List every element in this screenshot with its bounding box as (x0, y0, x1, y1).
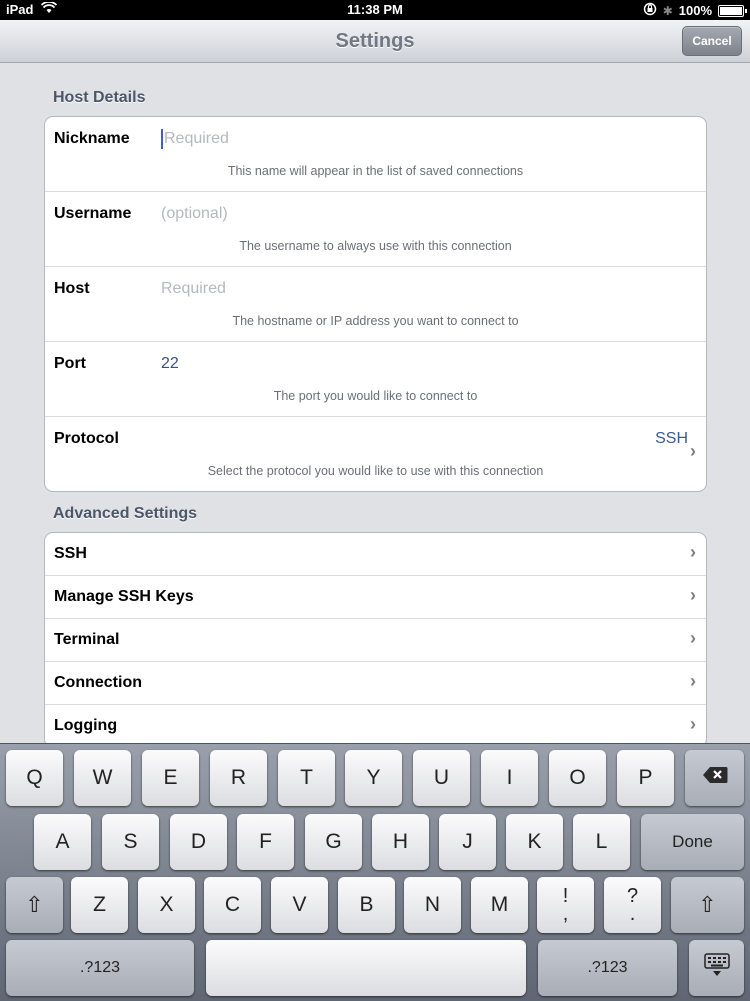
protocol-label: Protocol (54, 430, 119, 447)
navigation-bar: Settings Cancel (0, 20, 750, 63)
host-hint: The hostname or IP address you want to c… (232, 314, 519, 328)
port-label: Port (54, 355, 86, 372)
page-title: Settings (335, 30, 415, 52)
nickname-input[interactable] (161, 129, 684, 149)
advanced-item-connection[interactable]: Connection › (45, 662, 706, 705)
advanced-item-label: Terminal (54, 631, 120, 648)
hide-keyboard-key[interactable] (689, 940, 744, 996)
key-p[interactable]: P (617, 750, 674, 806)
key-r[interactable]: R (210, 750, 267, 806)
nickname-label: Nickname (54, 130, 130, 147)
question-period-key[interactable]: ? . (604, 877, 661, 933)
key-f[interactable]: F (237, 814, 294, 870)
chevron-right-icon: › (690, 671, 696, 691)
key-q[interactable]: Q (6, 750, 63, 806)
key-a[interactable]: A (34, 814, 91, 870)
advanced-item-label: Logging (54, 717, 118, 734)
key-o[interactable]: O (549, 750, 606, 806)
chevron-right-icon: › (690, 441, 696, 461)
host-input[interactable] (161, 279, 681, 299)
backspace-key[interactable] (685, 750, 744, 806)
advanced-item-label: SSH (54, 545, 87, 562)
chevron-right-icon: › (690, 628, 696, 648)
advanced-settings-header: Advanced Settings (53, 505, 198, 522)
key-w[interactable]: W (74, 750, 131, 806)
key-s[interactable]: S (102, 814, 159, 870)
advanced-item-label: Manage SSH Keys (54, 588, 194, 605)
bluetooth-icon: ✱ (662, 3, 673, 18)
advanced-item-terminal[interactable]: Terminal › (45, 619, 706, 662)
shift-icon: ⇧ (698, 892, 717, 917)
key-c[interactable]: C (204, 877, 261, 933)
username-label: Username (54, 205, 132, 222)
advanced-settings-group: SSH › Manage SSH Keys › Terminal › Conne… (44, 532, 707, 743)
rotation-lock-icon (643, 2, 657, 19)
advanced-item-logging[interactable]: Logging › (45, 705, 706, 743)
backspace-icon (702, 766, 728, 790)
key-k[interactable]: K (506, 814, 563, 870)
host-row[interactable]: Host The hostname or IP address you want… (45, 267, 706, 342)
port-hint: The port you would like to connect to (273, 389, 478, 403)
key-e[interactable]: E (142, 750, 199, 806)
key-v[interactable]: V (271, 877, 328, 933)
key-x[interactable]: X (138, 877, 195, 933)
key-b[interactable]: B (338, 877, 395, 933)
advanced-item-ssh[interactable]: SSH › (45, 533, 706, 576)
key-d[interactable]: D (170, 814, 227, 870)
key-j[interactable]: J (439, 814, 496, 870)
host-label: Host (54, 280, 90, 297)
key-bottom-char: , (562, 903, 569, 925)
key-m[interactable]: M (471, 877, 528, 933)
key-t[interactable]: T (278, 750, 335, 806)
protocol-value: SSH (655, 430, 688, 447)
advanced-item-manage-ssh-keys[interactable]: Manage SSH Keys › (45, 576, 706, 619)
chevron-right-icon: › (690, 585, 696, 605)
advanced-item-label: Connection (54, 674, 142, 691)
shift-icon: ⇧ (25, 892, 44, 917)
nickname-hint: This name will appear in the list of sav… (227, 164, 524, 178)
settings-content[interactable]: Host Details Nickname This name will app… (0, 63, 750, 743)
battery-percent: 100% (678, 3, 712, 18)
keyboard-dismiss-icon (703, 953, 730, 983)
port-input[interactable] (161, 354, 681, 374)
battery-icon (718, 4, 747, 17)
cancel-button[interactable]: Cancel (682, 26, 742, 56)
exclamation-comma-key[interactable]: ! , (537, 877, 594, 933)
key-g[interactable]: G (305, 814, 362, 870)
key-h[interactable]: H (372, 814, 429, 870)
done-key[interactable]: Done (641, 814, 744, 870)
key-z[interactable]: Z (71, 877, 128, 933)
host-details-header: Host Details (53, 89, 146, 106)
username-hint: The username to always use with this con… (239, 239, 512, 253)
protocol-row[interactable]: Protocol SSH › Select the protocol you w… (45, 417, 706, 491)
shift-key-right[interactable]: ⇧ (671, 877, 744, 933)
status-time: 11:38 PM (347, 2, 403, 17)
status-bar: iPad 11:38 PM ✱ 100% (0, 0, 750, 20)
key-l[interactable]: L (573, 814, 630, 870)
key-n[interactable]: N (404, 877, 461, 933)
space-bar[interactable] (206, 940, 526, 996)
chevron-right-icon: › (690, 714, 696, 734)
key-bottom-char: . (629, 903, 636, 925)
numbers-key-right[interactable]: .?123 (538, 940, 677, 996)
key-y[interactable]: Y (345, 750, 402, 806)
chevron-right-icon: › (690, 542, 696, 562)
port-row[interactable]: Port The port you would like to connect … (45, 342, 706, 417)
username-input[interactable] (161, 204, 681, 224)
key-u[interactable]: U (413, 750, 470, 806)
host-details-group: Nickname This name will appear in the li… (44, 116, 707, 492)
numbers-key-left[interactable]: .?123 (6, 940, 194, 996)
shift-key-left[interactable]: ⇧ (6, 877, 63, 933)
key-i[interactable]: I (481, 750, 538, 806)
protocol-hint: Select the protocol you would like to us… (207, 464, 544, 478)
nickname-row[interactable]: Nickname This name will appear in the li… (45, 117, 706, 192)
username-row[interactable]: Username The username to always use with… (45, 192, 706, 267)
on-screen-keyboard: Q W E R T Y U I O P A S D F G H J K L Do… (0, 743, 750, 1001)
